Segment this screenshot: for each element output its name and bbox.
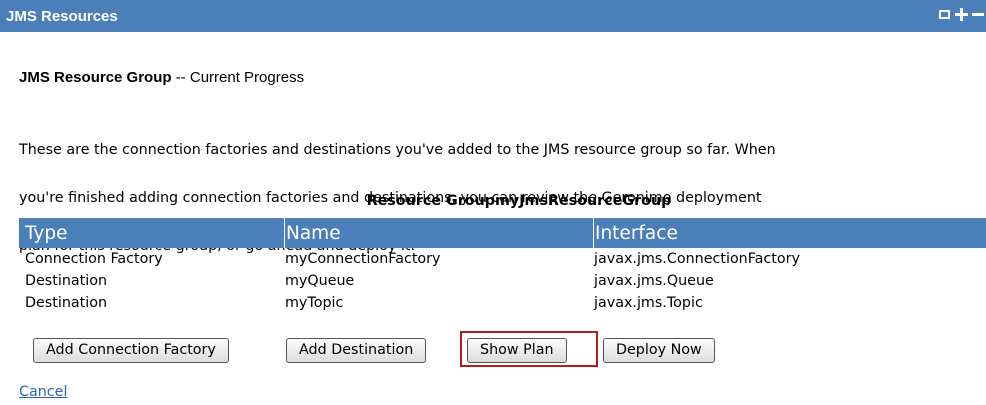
deploy-now-button[interactable]: Deploy Now	[603, 338, 715, 363]
add-connection-factory-button[interactable]: Add Connection Factory	[33, 338, 229, 363]
table-header: Type Name Interface	[19, 218, 986, 248]
cell-type: Destination	[25, 273, 108, 289]
portlet-header: JMS Resources	[0, 0, 986, 32]
cell-name: myQueue	[285, 273, 355, 289]
cell-interface: javax.jms.ConnectionFactory	[594, 251, 800, 267]
add-icon[interactable]	[955, 8, 969, 22]
cancel-link[interactable]: Cancel	[19, 384, 67, 400]
show-plan-button[interactable]: Show Plan	[467, 338, 567, 363]
column-header-name: Name	[284, 218, 341, 248]
column-header-interface: Interface	[593, 218, 678, 248]
minimize-icon[interactable]	[972, 8, 986, 22]
group-heading: JMS Resource Group -- Current Progress	[19, 69, 304, 86]
cell-name: myConnectionFactory	[285, 251, 441, 267]
resource-table: Type Name Interface Connection Factory m…	[19, 218, 986, 314]
table-row: Destination myQueue javax.jms.Queue	[19, 270, 986, 292]
maximize-icon[interactable]	[938, 8, 952, 22]
add-destination-button[interactable]: Add Destination	[286, 338, 427, 363]
group-heading-title: JMS Resource Group	[19, 69, 172, 86]
portlet-title: JMS Resources	[6, 8, 118, 25]
table-row: Destination myTopic javax.jms.Topic	[19, 292, 986, 314]
cell-interface: javax.jms.Topic	[594, 295, 703, 311]
resource-group-title: Resource GroupmyJmsResourceGroup	[366, 193, 672, 209]
cell-type: Connection Factory	[25, 251, 163, 267]
group-heading-subtitle: -- Current Progress	[171, 69, 305, 86]
column-header-type: Type	[25, 223, 68, 244]
table-row: Connection Factory myConnectionFactory j…	[19, 248, 986, 270]
cell-type: Destination	[25, 295, 108, 311]
cell-interface: javax.jms.Queue	[594, 273, 714, 289]
intro-line: These are the connection factories and d…	[19, 142, 776, 158]
cell-name: myTopic	[285, 295, 344, 311]
